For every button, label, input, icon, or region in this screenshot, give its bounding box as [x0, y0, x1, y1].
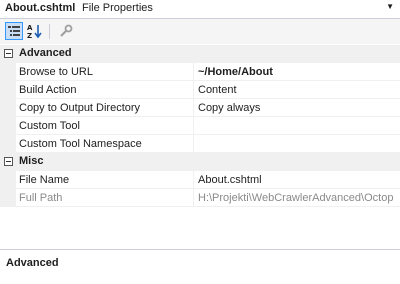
property-value[interactable]: Copy always — [194, 99, 400, 117]
row-gutter — [0, 117, 16, 135]
alphabetical-button[interactable]: A Z — [26, 22, 44, 40]
row-gutter — [0, 99, 16, 117]
property-row-full-path[interactable]: Full Path H:\Projekti\WebCrawlerAdvanced… — [0, 189, 400, 207]
svg-text:Z: Z — [27, 32, 32, 40]
property-name: Copy to Output Directory — [16, 99, 194, 117]
property-grid: Advanced Browse to URL ~/Home/About Buil… — [0, 44, 400, 249]
property-row-copy-to-output-directory[interactable]: Copy to Output Directory Copy always — [0, 99, 400, 117]
properties-object-type: File Properties — [82, 2, 153, 14]
property-value[interactable]: Content — [194, 81, 400, 99]
collapse-icon[interactable] — [4, 49, 13, 58]
property-name: Custom Tool Namespace — [16, 135, 194, 153]
row-gutter — [0, 63, 16, 81]
alphabetical-icon: A Z — [27, 24, 42, 40]
categorized-icon — [8, 26, 20, 36]
property-row-browse-to-url[interactable]: Browse to URL ~/Home/About — [0, 63, 400, 81]
property-pages-button[interactable] — [57, 22, 75, 40]
property-row-file-name[interactable]: File Name About.cshtml — [0, 171, 400, 189]
row-gutter — [0, 171, 16, 189]
property-row-custom-tool-namespace[interactable]: Custom Tool Namespace — [0, 135, 400, 153]
category-misc[interactable]: Misc — [0, 153, 400, 171]
property-name: Browse to URL — [16, 63, 194, 81]
description-pane: Advanced — [0, 249, 400, 284]
row-gutter — [0, 81, 16, 99]
property-row-build-action[interactable]: Build Action Content — [0, 81, 400, 99]
property-pages-icon — [60, 24, 73, 37]
properties-title-bar[interactable]: About.cshtml File Properties ▼ — [0, 0, 400, 19]
selected-file-name: About.cshtml — [5, 2, 76, 14]
category-advanced[interactable]: Advanced — [0, 45, 400, 63]
property-value[interactable]: About.cshtml — [194, 171, 400, 189]
properties-toolbar: A Z — [0, 19, 400, 44]
property-value[interactable] — [194, 135, 400, 153]
property-name: Custom Tool — [16, 117, 194, 135]
row-gutter — [0, 189, 16, 207]
property-name: File Name — [16, 171, 194, 189]
property-value[interactable] — [194, 117, 400, 135]
collapse-icon[interactable] — [4, 157, 13, 166]
property-name: Full Path — [16, 189, 194, 207]
categorized-button[interactable] — [5, 22, 23, 40]
svg-text:A: A — [27, 24, 33, 32]
category-label: Misc — [19, 155, 44, 167]
chevron-down-icon[interactable]: ▼ — [386, 2, 394, 11]
property-name: Build Action — [16, 81, 194, 99]
row-gutter — [0, 135, 16, 153]
property-row-custom-tool[interactable]: Custom Tool — [0, 117, 400, 135]
description-title: Advanced — [6, 257, 59, 269]
property-value[interactable]: H:\Projekti\WebCrawlerAdvanced\Octop — [194, 189, 400, 207]
property-value[interactable]: ~/Home/About — [194, 63, 400, 81]
toolbar-separator — [49, 24, 50, 39]
category-label: Advanced — [19, 47, 72, 59]
